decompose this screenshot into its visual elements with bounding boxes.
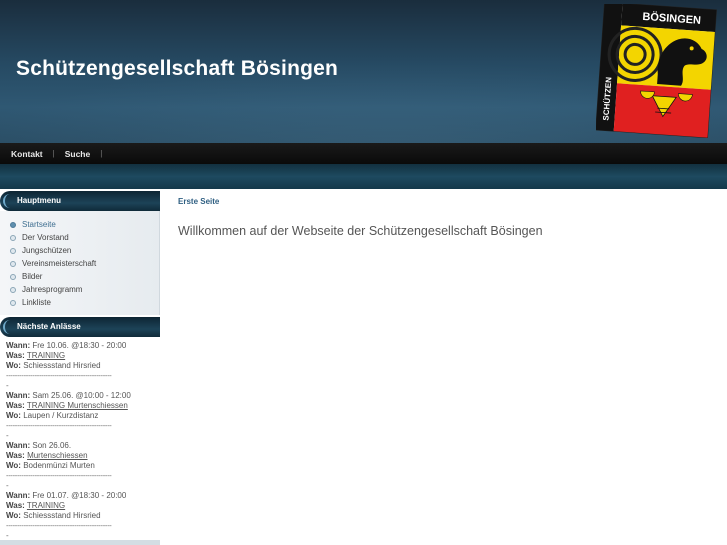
bullet-icon [10,260,16,267]
event-separator: ----------------------------------------… [6,421,112,430]
menu-item-label: Der Vorstand [22,233,69,242]
main-content: Erste Seite Willkommen auf der Webseite … [178,197,718,238]
site-title: Schützengesellschaft Bösingen [16,57,339,80]
event-what-label: Was: [6,451,25,460]
event-separator-dash: - [6,381,9,390]
club-crest-logo[interactable]: BÖSINGEN SCHÜTZEN [596,4,718,138]
site-header: Schützengesellschaft Bösingen BÖSINGEN S… [0,0,727,143]
event-what-label: Was: [6,501,25,510]
event-what-link[interactable]: TRAINING Murtenschiessen [27,401,128,410]
events-list: Wann: Fre 10.06. @18:30 - 20:00 Was: TRA… [0,337,160,541]
event-item: Wann: Son 26.06. Was: Murtenschiessen Wo… [6,441,154,471]
nav-kontakt-link[interactable]: Kontakt [11,149,43,159]
event-when-label: Wann: [6,341,31,350]
menu-item-linkliste[interactable]: Linkliste [0,296,159,309]
event-item: Wann: Fre 01.07. @18:30 - 20:00 Was: TRA… [6,491,154,521]
bullet-icon [10,286,16,293]
event-where-label: Wo: [6,361,21,370]
events-heading: Nächste Anlässe [0,317,160,337]
menu-item-label: Jahresprogramm [22,285,83,294]
menu-item-vereinsmeisterschaft[interactable]: Vereinsmeisterschaft [0,257,159,270]
main-menu-heading: Hauptmenu [0,191,160,211]
event-when: Sam 25.06. @10:00 - 12:00 [32,391,131,400]
sidebar-footer-bar [0,540,160,545]
welcome-text: Willkommen auf der Webseite der Schützen… [178,224,543,238]
event-when-label: Wann: [6,491,31,500]
event-where: Laupen / Kurzdistanz [23,411,99,420]
menu-item-jahresprogramm[interactable]: Jahresprogramm [0,283,159,296]
event-item: Wann: Fre 10.06. @18:30 - 20:00 Was: TRA… [6,341,154,371]
menu-item-jungschuetzen[interactable]: Jungschützen [0,244,159,257]
bullet-icon [10,234,16,241]
event-separator-dash: - [6,431,9,440]
menu-item-vorstand[interactable]: Der Vorstand [0,231,159,244]
nav-separator: | [100,149,103,158]
main-menu: Startseite Der Vorstand Jungschützen Ver… [0,211,160,315]
event-separator-dash: - [6,481,9,490]
event-when-label: Wann: [6,441,31,450]
event-where: Bodenmünzi Murten [23,461,95,470]
event-when: Fre 01.07. @18:30 - 20:00 [32,491,127,500]
event-separator: ----------------------------------------… [6,471,112,480]
menu-item-label: Vereinsmeisterschaft [22,259,97,268]
event-what-link[interactable]: TRAINING [27,351,65,360]
event-where: Schiessstand Hirsried [23,511,101,520]
event-where-label: Wo: [6,411,21,420]
header-subbar [0,164,727,189]
menu-item-label: Jungschützen [22,246,72,255]
nav-separator: | [52,149,55,158]
event-when-label: Wann: [6,391,31,400]
menu-item-label: Linkliste [22,298,51,307]
event-what-label: Was: [6,351,25,360]
event-when: Son 26.06. [32,441,72,450]
sidebar: Hauptmenu Startseite Der Vorstand Jungsc… [0,189,160,545]
menu-item-label: Bilder [22,272,43,281]
event-what-link[interactable]: TRAINING [27,501,65,510]
event-what-link[interactable]: Murtenschiessen [27,451,87,460]
bullet-icon [10,221,16,228]
bullet-icon [10,247,16,254]
bullet-icon [10,299,16,306]
event-separator: ----------------------------------------… [6,371,112,380]
breadcrumb[interactable]: Erste Seite [178,197,718,206]
event-what-label: Was: [6,401,25,410]
event-where-label: Wo: [6,461,21,470]
bullet-icon [10,273,16,280]
event-when: Fre 10.06. @18:30 - 20:00 [32,341,127,350]
menu-item-startseite[interactable]: Startseite [0,218,159,231]
event-where: Schiessstand Hirsried [23,361,101,370]
top-navigation: Kontakt | Suche | [0,143,727,164]
event-where-label: Wo: [6,511,21,520]
nav-suche-link[interactable]: Suche [65,149,91,159]
event-item: Wann: Sam 25.06. @10:00 - 12:00 Was: TRA… [6,391,154,421]
event-separator: ----------------------------------------… [6,521,112,530]
menu-item-bilder[interactable]: Bilder [0,270,159,283]
menu-item-label: Startseite [22,220,56,229]
